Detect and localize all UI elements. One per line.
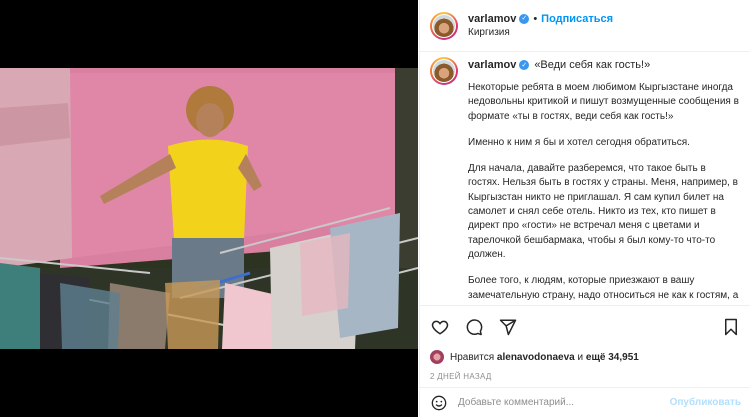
likes-prefix: Нравится <box>450 351 495 363</box>
comment-bar: Опубликовать <box>420 387 750 417</box>
post-media <box>0 0 418 417</box>
photo-image <box>0 68 418 349</box>
emoji-icon[interactable] <box>430 394 448 412</box>
post-photo[interactable] <box>0 68 418 349</box>
post-timestamp[interactable]: 2 ДНЕЙ НАЗАД <box>430 372 741 381</box>
caption-paragraph: Именно к ним я бы и хотел сегодня обрати… <box>468 136 690 148</box>
bookmark-icon[interactable] <box>721 317 741 337</box>
post-location[interactable]: Киргизия <box>468 26 613 40</box>
post-side-panel: varlamov ✓ • Подписаться Киргизия varlam… <box>419 0 750 417</box>
caption-title: «Веди себя как гость!» <box>534 59 651 71</box>
liker-avatar[interactable] <box>430 350 444 364</box>
publish-comment-button[interactable]: Опубликовать <box>670 397 741 408</box>
post-header: varlamov ✓ • Подписаться Киргизия <box>420 0 750 52</box>
caption-paragraph: Для начала, давайте разберемся, что тако… <box>468 163 738 260</box>
likes-middle: и <box>577 351 584 363</box>
comment-input[interactable] <box>458 397 670 408</box>
liker-username[interactable]: alenavodonaeva <box>497 352 575 363</box>
likes-summary[interactable]: Нравится alenavodonaeva и ещё 34,951 <box>430 350 741 364</box>
author-avatar[interactable] <box>430 11 458 40</box>
caption-scroll-area[interactable]: varlamov ✓ «Веди себя как гость!» Некото… <box>420 53 750 305</box>
post-actions: Нравится alenavodonaeva и ещё 34,951 2 Д… <box>420 305 750 381</box>
share-icon[interactable] <box>498 317 518 337</box>
heart-icon[interactable] <box>430 317 450 337</box>
caption-paragraph: Некоторые ребята в моем любимом Кыргызст… <box>468 82 739 122</box>
separator-dot: • <box>533 12 538 25</box>
likes-count[interactable]: ещё 34,951 <box>586 352 639 363</box>
caption-username[interactable]: varlamov <box>468 59 516 71</box>
author-username[interactable]: varlamov <box>468 12 516 26</box>
verified-badge-icon: ✓ <box>519 13 530 24</box>
follow-button[interactable]: Подписаться <box>541 12 613 26</box>
caption-paragraph: Более того, к людям, которые приезжают в… <box>468 275 739 305</box>
caption-author-avatar[interactable] <box>430 57 458 85</box>
verified-badge-icon: ✓ <box>519 60 530 70</box>
comment-icon[interactable] <box>464 317 484 337</box>
